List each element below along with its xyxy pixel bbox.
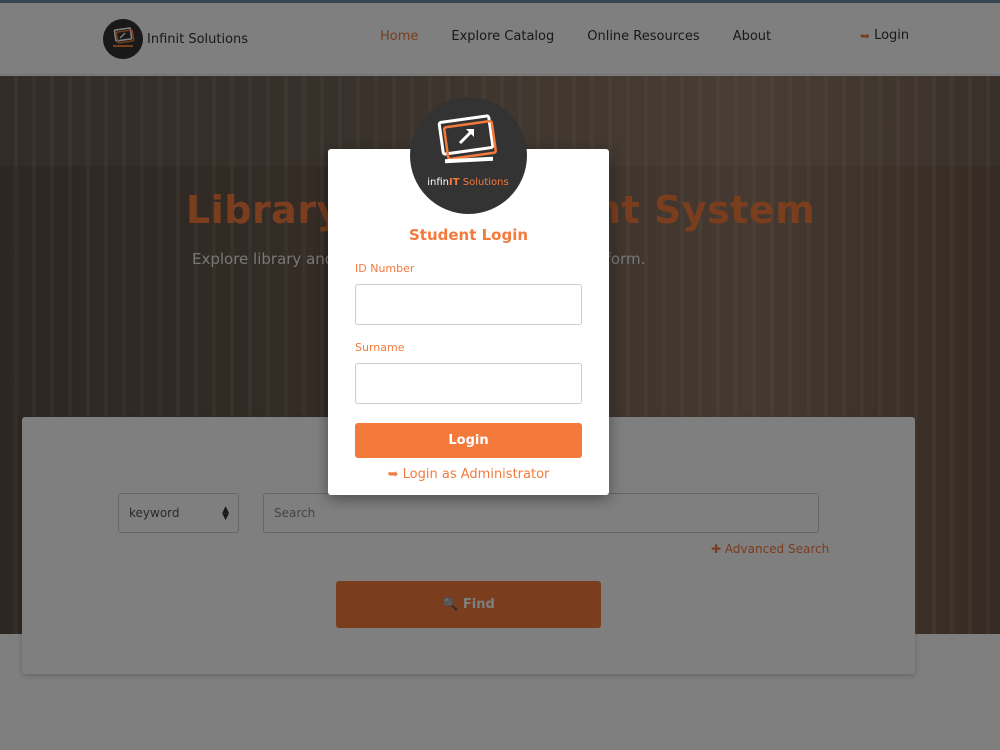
login-button[interactable]: Login xyxy=(355,423,582,458)
admin-login-label: Login as Administrator xyxy=(402,467,550,482)
surname-label: Surname xyxy=(355,341,405,354)
id-number-label: ID Number xyxy=(355,262,415,275)
surname-field[interactable] xyxy=(355,363,582,404)
modal-logo-icon: infinIT Solutions xyxy=(410,97,527,214)
modal-logo-prefix: infin xyxy=(427,177,449,188)
modal-logo-suffix: Solutions xyxy=(460,177,509,188)
modal-title: Student Login xyxy=(408,226,529,244)
modal-logo-it: IT xyxy=(449,177,460,188)
svg-text:infinIT Solutions: infinIT Solutions xyxy=(427,177,508,188)
sign-in-icon: ➥ xyxy=(387,467,399,482)
admin-login-link[interactable]: ➥ Login as Administrator xyxy=(328,467,609,482)
id-number-field[interactable] xyxy=(355,284,582,325)
